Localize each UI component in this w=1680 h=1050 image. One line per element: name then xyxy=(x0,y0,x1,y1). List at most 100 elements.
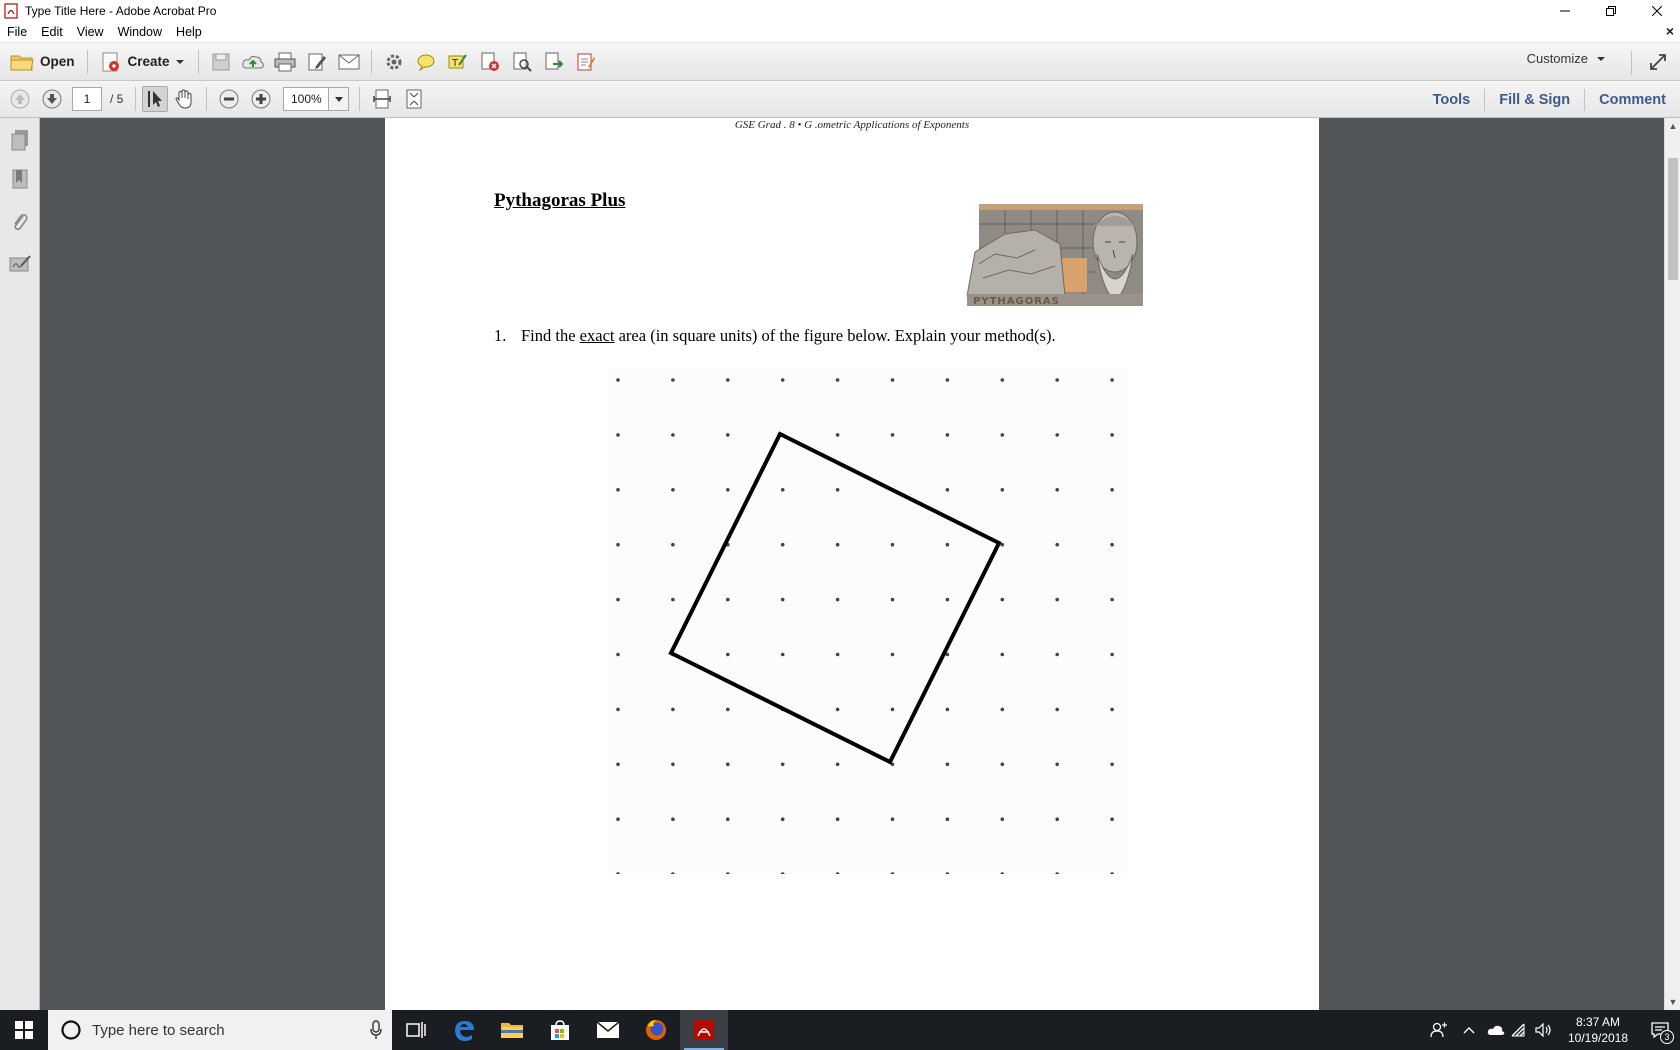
taskbar-search[interactable]: Type here to search xyxy=(48,1010,392,1050)
grid-dot xyxy=(835,597,840,602)
fit-width-button[interactable] xyxy=(366,84,398,114)
file-explorer-button[interactable] xyxy=(488,1010,536,1050)
highlight-button[interactable]: T xyxy=(442,47,474,77)
people-button[interactable] xyxy=(1424,1010,1454,1050)
mail-button[interactable] xyxy=(584,1010,632,1050)
separator xyxy=(86,49,88,74)
zoom-in-button[interactable] xyxy=(245,84,277,114)
separator xyxy=(197,49,199,74)
grid-dot xyxy=(671,488,675,492)
action-center-button[interactable]: 3 xyxy=(1640,1010,1680,1050)
acrobat-icon xyxy=(694,1020,714,1040)
menu-help[interactable]: Help xyxy=(169,25,209,39)
menu-view[interactable]: View xyxy=(70,25,111,39)
select-tool-button[interactable] xyxy=(142,86,169,112)
upload-button[interactable] xyxy=(237,47,269,77)
page-navigation-toolbar: 1 / 5 100% Tools Fill & Sign Comment xyxy=(0,81,1680,118)
fill-sign-pane-button[interactable]: Fill & Sign xyxy=(1485,92,1584,108)
delete-pages-button[interactable] xyxy=(474,47,506,77)
zoom-select[interactable]: 100% xyxy=(283,87,350,111)
document-viewport[interactable]: GSE Grad . 8 • G .ometric Applications o… xyxy=(40,118,1664,1010)
network-button[interactable] xyxy=(1508,1010,1532,1050)
zoom-out-button[interactable] xyxy=(213,84,245,114)
store-button[interactable] xyxy=(536,1010,584,1050)
start-button[interactable] xyxy=(0,1010,48,1050)
onedrive-button[interactable] xyxy=(1484,1010,1508,1050)
signatures-button[interactable] xyxy=(8,252,32,276)
attachments-button[interactable] xyxy=(8,210,32,234)
volume-button[interactable] xyxy=(1532,1010,1556,1050)
acrobat-taskbar-button[interactable] xyxy=(680,1010,728,1050)
hand-icon xyxy=(175,89,192,109)
export-page-icon xyxy=(545,52,563,69)
restore-button[interactable] xyxy=(1588,0,1634,22)
bookmarks-button[interactable] xyxy=(8,168,32,192)
previous-page-button[interactable] xyxy=(4,84,36,114)
grid-dot xyxy=(616,488,620,492)
bookmark-icon xyxy=(12,169,28,189)
comment-tool-button[interactable] xyxy=(410,47,442,77)
edge-taskbar-button[interactable] xyxy=(440,1010,488,1050)
edit-button[interactable] xyxy=(301,47,333,77)
menu-file[interactable]: File xyxy=(0,25,34,39)
shopping-bag-icon xyxy=(551,1020,569,1040)
task-view-button[interactable] xyxy=(392,1010,440,1050)
create-button[interactable]: Create xyxy=(94,47,192,77)
scroll-up-button[interactable]: ▲ xyxy=(1665,118,1680,134)
grid-dot xyxy=(945,542,950,547)
fit-width-icon xyxy=(373,89,392,109)
print-button[interactable] xyxy=(269,47,301,77)
export-button[interactable] xyxy=(538,47,570,77)
firefox-button[interactable] xyxy=(632,1010,680,1050)
next-page-button[interactable] xyxy=(36,84,68,114)
forms-button[interactable] xyxy=(570,47,602,77)
chevron-down-icon xyxy=(1597,56,1605,61)
cloud-upload-icon xyxy=(241,55,264,68)
save-button[interactable] xyxy=(205,47,237,77)
delete-page-icon xyxy=(481,52,499,71)
grid-dot xyxy=(616,707,620,712)
grid-dot xyxy=(780,378,785,382)
grid-dot xyxy=(1055,488,1059,492)
settings-button[interactable] xyxy=(378,47,410,77)
comment-pane-button[interactable]: Comment xyxy=(1585,92,1680,108)
grid-dot xyxy=(890,378,895,382)
email-button[interactable] xyxy=(333,47,365,77)
grid-dot xyxy=(945,762,950,767)
menu-edit[interactable]: Edit xyxy=(34,25,70,39)
zoom-input[interactable]: 100% xyxy=(283,87,330,111)
printer-icon xyxy=(274,52,296,71)
scroll-down-button[interactable]: ▼ xyxy=(1665,994,1680,1010)
customize-menu[interactable]: Customize xyxy=(1527,51,1606,66)
fit-page-button[interactable] xyxy=(398,84,430,114)
open-button[interactable]: Open xyxy=(4,47,81,77)
zoom-dropdown-button[interactable] xyxy=(329,87,350,111)
page-thumbnails-button[interactable] xyxy=(8,128,32,152)
grid-dot xyxy=(780,817,785,821)
grid-dot xyxy=(1110,597,1114,602)
grid-dot xyxy=(671,542,675,547)
gear-icon xyxy=(386,54,402,69)
microphone-icon[interactable] xyxy=(370,1020,382,1040)
find-button[interactable] xyxy=(506,47,538,77)
hand-tool-button[interactable] xyxy=(168,84,200,114)
minimize-button[interactable] xyxy=(1542,0,1588,22)
grid-dot xyxy=(1000,378,1005,382)
question-text-pre: Find the xyxy=(521,326,580,345)
scroll-thumb[interactable] xyxy=(1668,158,1678,280)
full-screen-button[interactable] xyxy=(1644,48,1672,76)
vertical-scrollbar[interactable]: ▲ ▼ xyxy=(1664,118,1680,1010)
acrobat-app-icon xyxy=(4,3,18,19)
pages-icon xyxy=(11,130,28,151)
customize-label: Customize xyxy=(1526,51,1588,66)
zoom-out-icon xyxy=(219,89,239,109)
menu-window[interactable]: Window xyxy=(111,25,169,39)
title-bar: Type Title Here - Adobe Acrobat Pro xyxy=(0,0,1680,22)
sticky-note-icon xyxy=(417,54,435,71)
show-hidden-icons-button[interactable] xyxy=(1454,1010,1484,1050)
tools-pane-button[interactable]: Tools xyxy=(1419,92,1485,108)
taskbar-clock[interactable]: 8:37 AM 10/19/2018 xyxy=(1562,1014,1634,1046)
page-number-input[interactable]: 1 xyxy=(72,87,102,111)
close-button[interactable] xyxy=(1634,0,1680,22)
document-close-button[interactable]: × xyxy=(1666,23,1674,39)
